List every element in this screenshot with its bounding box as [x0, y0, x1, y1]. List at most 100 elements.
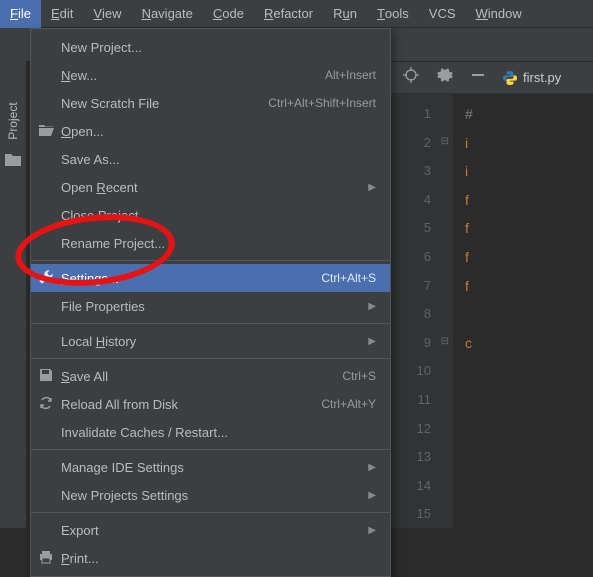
menu-edit[interactable]: Edit	[41, 0, 83, 28]
submenu-arrow-icon: ▶	[368, 182, 376, 193]
menu-separator	[31, 512, 390, 513]
line-number: 14	[395, 472, 431, 501]
menu-item-label: New Project...	[61, 40, 142, 55]
shortcut-label: Alt+Insert	[325, 68, 376, 82]
menu-item-open-recent[interactable]: Open Recent ▶	[31, 173, 390, 201]
menu-item-label: New Projects Settings	[61, 488, 188, 503]
menu-item-settings[interactable]: Settings... Ctrl+Alt+S	[31, 264, 390, 292]
folder-icon	[5, 153, 21, 171]
menu-item-invalidate-caches-restart[interactable]: Invalidate Caches / Restart...	[31, 418, 390, 446]
menu-item-print[interactable]: Print...	[31, 544, 390, 572]
editor-toolbar: first.py	[391, 62, 593, 94]
menu-item-save-as[interactable]: Save As...	[31, 145, 390, 173]
minimize-icon[interactable]	[471, 68, 485, 87]
menu-file[interactable]: File	[0, 0, 41, 28]
menu-run[interactable]: Run	[323, 0, 367, 28]
menu-separator	[31, 260, 390, 261]
line-number: 5	[395, 214, 431, 243]
menu-item-label: Close Project	[61, 208, 138, 223]
crosshair-icon[interactable]	[403, 67, 419, 88]
menu-item-new-scratch-file[interactable]: New Scratch File Ctrl+Alt+Shift+Insert	[31, 89, 390, 117]
gear-icon[interactable]	[437, 67, 453, 88]
code-line	[465, 500, 593, 528]
submenu-arrow-icon: ▶	[368, 301, 376, 312]
menu-separator	[31, 323, 390, 324]
line-number: 10	[395, 357, 431, 386]
line-number: 7	[395, 272, 431, 301]
menu-window[interactable]: Window	[466, 0, 532, 28]
submenu-arrow-icon: ▶	[368, 525, 376, 536]
line-number: 8	[395, 300, 431, 329]
menu-item-new-projects-settings[interactable]: New Projects Settings ▶	[31, 481, 390, 509]
menu-item-label: Settings...	[61, 271, 119, 286]
menu-item-label: New Scratch File	[61, 96, 159, 111]
file-menu-dropdown: New Project... New... Alt+Insert New Scratc…	[30, 28, 391, 577]
menu-item-label: Manage IDE Settings	[61, 460, 184, 475]
fold-marker-icon[interactable]: ⊟	[441, 128, 449, 157]
line-number: 13	[395, 443, 431, 472]
editor-tab-first-py[interactable]: first.py	[503, 70, 561, 85]
menu-item-label: Invalidate Caches / Restart...	[61, 425, 228, 440]
open-folder-icon	[38, 124, 54, 139]
menu-item-label: Open...	[61, 124, 104, 139]
code-line: f	[465, 243, 593, 272]
menu-item-label: New...	[61, 68, 97, 83]
menu-item-label: Reload All from Disk	[61, 397, 178, 412]
project-tool-window-tab[interactable]: Project	[0, 28, 26, 528]
code-line: f	[465, 272, 593, 301]
line-number: 11	[395, 386, 431, 415]
menu-separator	[31, 449, 390, 450]
code-area[interactable]: #iiffffc	[453, 94, 593, 528]
submenu-arrow-icon: ▶	[368, 490, 376, 501]
menu-item-local-history[interactable]: Local History ▶	[31, 327, 390, 355]
menu-item-label: Rename Project...	[61, 236, 165, 251]
code-line: f	[465, 186, 593, 215]
wrench-icon	[38, 270, 54, 287]
line-number: 9	[395, 329, 431, 358]
menu-item-label: Export	[61, 523, 99, 538]
menu-item-file-properties[interactable]: File Properties▶	[31, 292, 390, 320]
line-number: 12	[395, 415, 431, 444]
code-line	[465, 386, 593, 415]
code-line	[465, 357, 593, 386]
shortcut-label: Ctrl+Alt+Shift+Insert	[268, 96, 376, 110]
code-line: i	[465, 157, 593, 186]
menu-item-new[interactable]: New... Alt+Insert	[31, 61, 390, 89]
code-line	[465, 300, 593, 329]
menu-item-reload-all-from-disk[interactable]: Reload All from Disk Ctrl+Alt+Y	[31, 390, 390, 418]
line-number: 15	[395, 500, 431, 529]
python-icon	[503, 71, 517, 85]
menu-item-open[interactable]: Open...	[31, 117, 390, 145]
menubar: FileEditViewNavigateCodeRefactorRunTools…	[0, 0, 593, 28]
menu-item-rename-project[interactable]: Rename Project...	[31, 229, 390, 257]
menu-separator	[31, 358, 390, 359]
menu-navigate[interactable]: Navigate	[132, 0, 203, 28]
fold-marker-icon[interactable]: ⊟	[441, 328, 449, 357]
sync-icon	[38, 396, 54, 413]
menu-item-label: Local History	[61, 334, 136, 349]
line-gutter: ⊟ ⊟ 123456789101112131415	[391, 94, 453, 528]
menu-item-export[interactable]: Export ▶	[31, 516, 390, 544]
menu-refactor[interactable]: Refactor	[254, 0, 323, 28]
menu-view[interactable]: View	[83, 0, 131, 28]
menu-item-manage-ide-settings[interactable]: Manage IDE Settings▶	[31, 453, 390, 481]
code-line: f	[465, 214, 593, 243]
menu-tools[interactable]: Tools	[367, 0, 419, 28]
code-line: c	[465, 329, 593, 358]
code-line	[465, 443, 593, 472]
shortcut-label: Ctrl+Alt+S	[321, 271, 376, 285]
menu-item-label: Open Recent	[61, 180, 138, 195]
menu-vcs[interactable]: VCS	[419, 0, 466, 28]
shortcut-label: Ctrl+Alt+Y	[321, 397, 376, 411]
code-line: i	[465, 129, 593, 158]
code-editor[interactable]: ⊟ ⊟ 123456789101112131415 #iiffffc	[391, 94, 593, 528]
menu-item-close-project[interactable]: Close Project	[31, 201, 390, 229]
menu-item-save-all[interactable]: Save AllCtrl+S	[31, 362, 390, 390]
shortcut-label: Ctrl+S	[342, 369, 376, 383]
project-label: Project	[6, 90, 20, 152]
submenu-arrow-icon: ▶	[368, 336, 376, 347]
line-number: 6	[395, 243, 431, 272]
menu-code[interactable]: Code	[203, 0, 254, 28]
tab-filename: first.py	[523, 70, 561, 85]
menu-item-new-project[interactable]: New Project...	[31, 33, 390, 61]
